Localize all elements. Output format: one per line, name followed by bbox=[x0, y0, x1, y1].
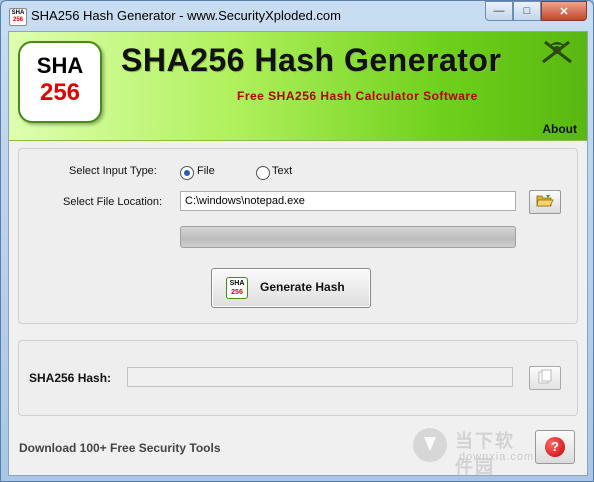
file-radio-label[interactable]: File bbox=[197, 165, 215, 177]
window-title: SHA256 Hash Generator - www.SecurityXplo… bbox=[31, 8, 341, 23]
minimize-button[interactable]: — bbox=[485, 1, 513, 21]
app-window: SHA 256 SHA256 Hash Generator - www.Secu… bbox=[0, 0, 594, 482]
app-icon-line1: SHA bbox=[11, 10, 25, 16]
download-tools-link[interactable]: Download 100+ Free Security Tools bbox=[19, 441, 221, 455]
file-radio[interactable] bbox=[180, 166, 194, 180]
maximize-button[interactable]: □ bbox=[513, 1, 541, 21]
watermark: 当下软件园 downxia.com bbox=[409, 425, 533, 477]
app-icon[interactable]: SHA 256 bbox=[9, 8, 27, 26]
sha256-button-icon: SHA 256 bbox=[226, 277, 248, 299]
caption-buttons: — □ ✕ bbox=[485, 1, 587, 21]
watermark-subtext: downxia.com bbox=[459, 451, 535, 463]
generate-hash-button[interactable]: SHA 256 Generate Hash bbox=[211, 268, 371, 308]
input-type-label: Select Input Type: bbox=[69, 165, 157, 177]
file-path-input[interactable]: C:\windows\notepad.exe bbox=[180, 191, 516, 211]
help-button[interactable]: ? bbox=[535, 430, 575, 464]
gen-icon-line1: SHA bbox=[229, 280, 245, 287]
folder-open-icon bbox=[536, 195, 554, 207]
header-banner: SHA 256 SHA256 Hash Generator Free SHA25… bbox=[9, 32, 587, 141]
text-radio[interactable] bbox=[256, 166, 270, 180]
file-location-label: Select File Location: bbox=[63, 196, 163, 208]
sha256-logo: SHA 256 bbox=[18, 41, 102, 123]
browse-button[interactable] bbox=[529, 190, 561, 214]
text-radio-label[interactable]: Text bbox=[272, 165, 292, 177]
banner-title: SHA256 Hash Generator bbox=[121, 42, 502, 78]
logo-line2: 256 bbox=[39, 79, 81, 106]
close-button[interactable]: ✕ bbox=[541, 1, 587, 21]
about-link[interactable]: About bbox=[542, 122, 577, 136]
crossed-swords-icon bbox=[542, 40, 572, 64]
copy-icon bbox=[538, 369, 552, 384]
generate-hash-label: Generate Hash bbox=[260, 280, 345, 294]
banner-subtitle: Free SHA256 Hash Calculator Software bbox=[237, 89, 478, 103]
client-area: SHA 256 SHA256 Hash Generator Free SHA25… bbox=[8, 31, 588, 477]
output-panel: SHA256 Hash: bbox=[18, 340, 578, 416]
title-bar[interactable]: SHA 256 SHA256 Hash Generator - www.Secu… bbox=[1, 1, 593, 31]
copy-button[interactable] bbox=[529, 366, 561, 390]
app-icon-line2: 256 bbox=[12, 17, 23, 23]
sha256-hash-label: SHA256 Hash: bbox=[29, 371, 112, 385]
logo-line1: SHA bbox=[36, 53, 84, 78]
download-arrow-icon bbox=[413, 428, 447, 462]
hash-output-field[interactable] bbox=[127, 367, 513, 387]
help-icon: ? bbox=[545, 437, 565, 457]
gen-icon-line2: 256 bbox=[231, 289, 243, 296]
progress-bar bbox=[180, 226, 516, 248]
